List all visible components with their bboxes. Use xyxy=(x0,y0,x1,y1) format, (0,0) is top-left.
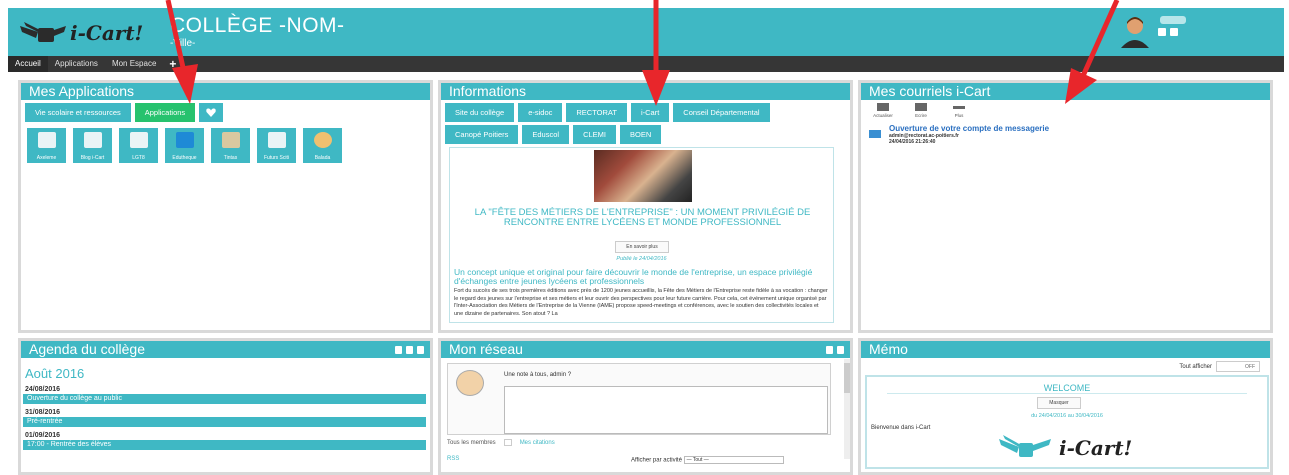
activity-filter-select[interactable]: — Tout — xyxy=(683,456,784,464)
more-button[interactable]: Plus xyxy=(947,103,971,118)
event-date: 31/08/2016 xyxy=(25,409,61,416)
event-date: 24/08/2016 xyxy=(25,386,61,393)
user-icon[interactable] xyxy=(1158,28,1166,36)
mail-list-item[interactable]: Ouverture de votre compte de messagerie … xyxy=(869,124,1270,148)
chart-icon xyxy=(130,132,148,148)
app-tile[interactable]: Balada xyxy=(303,128,342,163)
news-image xyxy=(594,150,692,202)
user-name xyxy=(1160,16,1186,24)
news-card: LA "FÊTE DES MÉTIERS DE L'ENTREPRISE" : … xyxy=(449,147,834,323)
logo-wings-icon xyxy=(999,435,1051,457)
icart-logo[interactable]: i-Cart! xyxy=(18,16,168,50)
compass-icon xyxy=(314,132,332,148)
agenda-month: Août 2016 xyxy=(25,366,85,381)
avatar xyxy=(456,370,484,396)
news-subtitle: Un concept unique et original pour faire… xyxy=(454,267,813,286)
tab-clemi[interactable]: CLEMI xyxy=(573,125,616,144)
activity-filter-label: Afficher par activité xyxy=(631,457,682,464)
panel-informations: Informations Site du collège e-sidoc REC… xyxy=(438,80,853,333)
news-date: Publié le 24/04/2016 xyxy=(616,256,667,262)
document-icon[interactable] xyxy=(406,346,413,354)
sos-icon xyxy=(268,132,286,148)
citations-link[interactable]: Mes citations xyxy=(520,440,555,446)
note-input[interactable] xyxy=(504,386,828,434)
panel-memo: Mémo Tout afficher OFF WELCOME Masquer d… xyxy=(858,338,1273,475)
app-tile[interactable]: Futurs Sciti xyxy=(257,128,296,163)
logout-icon[interactable] xyxy=(1170,28,1178,36)
news-body: Fort du succès de ses trois premières éd… xyxy=(454,288,828,317)
refresh-icon xyxy=(877,103,889,111)
tab-vie-scolaire[interactable]: Vie scolaire et ressources xyxy=(25,103,131,122)
mail-date: 24/04/2016 21:26:40 xyxy=(889,139,936,145)
app-tile[interactable]: Tintas xyxy=(211,128,250,163)
app-tile[interactable]: Edutheque xyxy=(165,128,204,163)
panel-reseau: Mon réseau Une note à tous, admin ? Tous… xyxy=(438,338,853,475)
app-grid: Axeleme Blog i-Cart LGT8 Edutheque Tinta… xyxy=(21,122,430,163)
panel-mes-applications: Mes Applications Vie scolaire et ressour… xyxy=(18,80,433,333)
event-item[interactable]: Pré-rentrée xyxy=(23,417,426,427)
list-icon[interactable] xyxy=(837,346,844,354)
tab-conseil-departemental[interactable]: Conseil Départemental xyxy=(673,103,770,122)
scrollbar[interactable] xyxy=(844,359,850,459)
memo-date-range: du 24/04/2016 au 30/04/2016 xyxy=(1031,413,1103,419)
event-item[interactable]: Ouverture du collège au public xyxy=(23,394,426,404)
news-title[interactable]: LA "FÊTE DES MÉTIERS DE L'ENTREPRISE" : … xyxy=(460,208,825,228)
annotation-arrow xyxy=(165,0,198,104)
envelope-icon xyxy=(869,130,881,138)
list-icon[interactable] xyxy=(417,346,424,354)
app-tile[interactable]: Axeleme xyxy=(27,128,66,163)
memo-card: WELCOME Masquer du 24/04/2016 au 30/04/2… xyxy=(865,375,1269,469)
read-more-button[interactable]: En savoir plus xyxy=(615,241,669,253)
e-icon xyxy=(176,132,194,148)
logo-text: i-Cart! xyxy=(1059,436,1133,460)
composer-prompt: Une note à tous, admin ? xyxy=(504,372,572,378)
panel-title: Mémo xyxy=(861,341,1270,358)
panel-title: Mes Applications xyxy=(21,83,430,100)
tab-e-sidoc[interactable]: e-sidoc xyxy=(518,103,563,122)
event-date: 01/09/2016 xyxy=(25,432,61,439)
tab-rectorat[interactable]: RECTORAT xyxy=(566,103,627,122)
members-filter-label: Tous les membres xyxy=(447,439,496,446)
compose-icon xyxy=(915,103,927,111)
post-composer: Une note à tous, admin ? xyxy=(447,363,831,435)
refresh-button[interactable]: Actualiser xyxy=(871,103,895,118)
app-tile[interactable]: Blog i-Cart xyxy=(73,128,112,163)
tab-site-college[interactable]: Site du collège xyxy=(445,103,515,122)
show-all-toggle[interactable]: OFF xyxy=(1216,361,1260,372)
tab-eduscol[interactable]: Eduscol xyxy=(522,125,570,144)
annotation-arrow xyxy=(1065,0,1120,104)
show-all-label: Tout afficher xyxy=(1179,363,1212,370)
hide-button[interactable]: Masquer xyxy=(1037,397,1081,409)
tab-canope[interactable]: Canopé Poitiers xyxy=(445,125,519,144)
panel-agenda: Agenda du collège Août 2016 24/08/2016 O… xyxy=(18,338,433,475)
nav-item-accueil[interactable]: Accueil xyxy=(8,56,48,72)
logo-wings-icon xyxy=(20,22,66,42)
rss-link[interactable]: RSS xyxy=(447,456,459,462)
panel-title: Agenda du collège xyxy=(21,341,430,358)
mail-subject[interactable]: Ouverture de votre compte de messagerie xyxy=(889,124,1049,133)
nav-item-applications[interactable]: Applications xyxy=(48,56,105,72)
members-dropdown[interactable] xyxy=(503,439,512,446)
memo-title: WELCOME xyxy=(1043,383,1091,393)
tab-boen[interactable]: BOEN xyxy=(619,125,662,144)
book-icon xyxy=(222,132,240,148)
event-item[interactable]: 17:00 - Rentrée des élèves xyxy=(23,440,426,450)
panel-courriels: Mes courriels i-Cart Actualiser Ecrire P… xyxy=(858,80,1273,333)
more-icon xyxy=(953,106,965,109)
globe-icon xyxy=(38,132,56,148)
document-icon[interactable] xyxy=(826,346,833,354)
icart-logo: i-Cart! xyxy=(997,433,1132,463)
logo-text: i-Cart! xyxy=(70,21,144,45)
annotation-arrow xyxy=(642,0,670,106)
mail-icon xyxy=(84,132,102,148)
panel-title: Mon réseau xyxy=(441,341,850,358)
memo-body: Bienvenue dans i-Cart xyxy=(871,425,931,431)
settings-icon[interactable] xyxy=(395,346,402,354)
compose-button[interactable]: Ecrire xyxy=(909,103,933,118)
app-tile[interactable]: LGT8 xyxy=(119,128,158,163)
